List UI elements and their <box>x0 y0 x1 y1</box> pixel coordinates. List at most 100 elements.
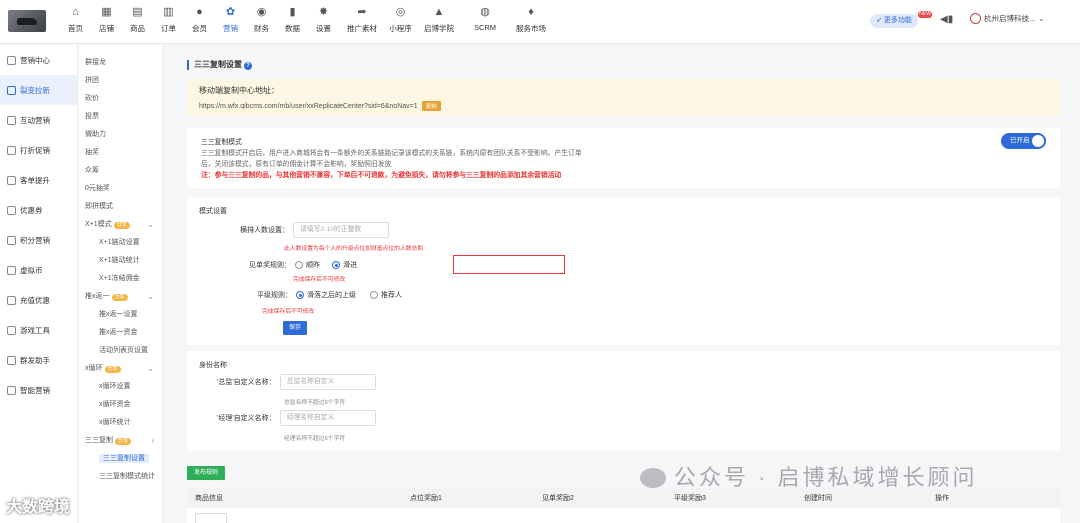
row-count-input[interactable]: 请填写2-10的正整数 <box>293 222 389 238</box>
wechat-icon <box>640 468 666 488</box>
nav-label: 店铺 <box>99 24 114 33</box>
bonus-option-1[interactable]: 顺昨 <box>295 260 320 270</box>
sidebar-item[interactable]: 营销中心 <box>0 45 77 75</box>
submenu-item[interactable]: x循环统计 <box>79 414 162 432</box>
sidebar-item-label: 积分营销 <box>20 235 50 245</box>
submenu-item[interactable]: 三三复制设置 <box>79 450 162 468</box>
save-button[interactable]: 保存 <box>283 321 308 335</box>
director-label: '总监'自定义名称： <box>217 379 276 386</box>
submenu-item-label: X+1链动设置 <box>99 239 140 246</box>
more-features-button[interactable]: ➶ 更多功能 <box>870 14 918 28</box>
nav-service-market[interactable]: ♦ 服务市场 <box>508 5 554 34</box>
submenu-item-label: 投票 <box>85 113 99 120</box>
nav-order[interactable]: ▥ 订单 <box>153 5 184 34</box>
nav-academy[interactable]: ▲ 启博学院 <box>416 5 462 34</box>
submenu-item[interactable]: 推x返一 分享 ⌄ <box>79 288 162 306</box>
level-rule-hint: 完成保存后不可修改 <box>262 309 315 315</box>
help-icon[interactable]: ? <box>244 62 252 70</box>
sidebar-item[interactable]: 充值优惠 <box>0 285 77 315</box>
shop-logo[interactable] <box>8 10 46 32</box>
submenu-item[interactable]: 砍价 <box>79 90 162 108</box>
radio-checked-icon <box>296 291 304 299</box>
nav-miniprogram[interactable]: ◎ 小程序 <box>385 5 416 34</box>
submenu-item[interactable]: x循环资金 <box>79 396 162 414</box>
submenu-item[interactable]: 活动列表页设置 <box>79 342 162 360</box>
nav-member[interactable]: ● 会员 <box>184 5 215 34</box>
mode-toggle[interactable]: 已开启 <box>1001 133 1046 149</box>
sidebar-item-label: 群发助手 <box>20 355 50 365</box>
nav-data[interactable]: ▮ 数据 <box>277 5 308 34</box>
bonus-option-2-label: 滑进 <box>343 262 357 269</box>
nav-label: 推广素材 <box>347 24 377 33</box>
submenu-item[interactable]: 三三复制模式统计 <box>79 468 162 486</box>
manager-name-input[interactable]: 经理名称自定义 <box>279 410 376 426</box>
secondary-sidebar: 群接龙拼团砍价投票微助力抽奖众筹 0元抽奖 即拼模式 X+1模式 分享 ⌄ X+1链动设置 X… <box>79 45 163 523</box>
sidebar-item[interactable]: 虚拟币 <box>0 255 77 285</box>
copy-button[interactable]: 复制 <box>421 101 441 111</box>
sidebar-item[interactable]: 游戏工具 <box>0 315 77 345</box>
level-option-1[interactable]: 滑落之后的上级 <box>296 290 356 300</box>
sidebar-item[interactable]: 优惠券 <box>0 195 77 225</box>
sidebar-item-label: 充值优惠 <box>20 295 50 305</box>
submenu-item-label: 三三复制设置 <box>99 454 149 463</box>
submenu-item[interactable]: 推x返一资金 <box>79 324 162 342</box>
sidebar-item[interactable]: 群发助手 <box>0 345 77 375</box>
radio-checked-icon <box>332 261 340 269</box>
submenu-item[interactable]: 即拼模式 <box>79 198 162 216</box>
sidebar-item[interactable]: 互动营销 <box>0 105 77 135</box>
publish-rules-button[interactable]: 发布规则 <box>187 466 226 480</box>
speaker-icon[interactable]: ◀▮ <box>940 14 953 25</box>
nav-store[interactable]: ▦ 店铺 <box>91 5 122 34</box>
submenu-item[interactable]: 三三复制 分享 › <box>79 432 162 450</box>
nav-goods[interactable]: ▤ 商品 <box>122 5 153 34</box>
submenu-item-label: 拼团 <box>85 77 99 84</box>
sidebar-item[interactable]: 裂变拉新 <box>0 75 77 105</box>
link-url: https://m.wfx.qibcms.com/mb/user/xxRepli… <box>199 102 418 110</box>
submenu-item-label: 砍价 <box>85 95 99 102</box>
nav-finance[interactable]: ◉ 财务 <box>246 5 277 34</box>
sidebar-item[interactable]: 积分营销 <box>0 225 77 255</box>
submenu-item-label: 抽奖 <box>85 149 99 156</box>
submenu-item-label: X+1冻结佣金 <box>99 275 140 282</box>
shop-switcher[interactable]: 杭州启博科技... ⌄ <box>970 13 1045 24</box>
col-goods-info: 商品信息 <box>195 495 223 502</box>
submenu-item[interactable]: X+1链动统计 <box>79 252 162 270</box>
miniprogram-icon: ◎ <box>395 6 406 18</box>
submenu-item[interactable]: X+1冻结佣金 <box>79 270 162 288</box>
menu-icon <box>7 265 16 275</box>
sidebar-item[interactable]: 智能营销 <box>0 375 77 405</box>
nav-marketing[interactable]: ✿ 营销 <box>215 5 246 34</box>
submenu-item[interactable]: x循环设置 <box>79 378 162 396</box>
submenu-item[interactable]: 群接龙 <box>79 54 162 72</box>
nav-home[interactable]: ⌂ 首页 <box>60 5 91 34</box>
nav-share[interactable]: ➦ 推广素材 <box>339 5 385 34</box>
share-icon: ➦ <box>357 6 367 18</box>
submenu-item[interactable]: 投票 <box>79 108 162 126</box>
submenu-item[interactable]: 拼团 <box>79 72 162 90</box>
submenu-item[interactable]: x循环 分享 ⌄ <box>79 360 162 378</box>
director-name-input[interactable]: 总监名称自定义 <box>279 374 376 390</box>
submenu-item[interactable]: 推x返一设置 <box>79 306 162 324</box>
sidebar-item[interactable]: 客单提升 <box>0 165 77 195</box>
menu-icon <box>7 205 16 215</box>
goods-thumbnail <box>195 513 227 523</box>
bonus-option-2[interactable]: 滑进 <box>332 260 357 270</box>
scrm-icon: ◍ <box>480 6 490 18</box>
submenu-item[interactable]: 众筹 <box>79 162 162 180</box>
level-option-2[interactable]: 推荐人 <box>370 290 402 300</box>
sidebar-item-label: 游戏工具 <box>20 325 50 335</box>
submenu-item[interactable]: 微助力 <box>79 126 162 144</box>
submenu-item[interactable]: 抽奖 <box>79 144 162 162</box>
menu-icon <box>7 85 16 95</box>
sidebar-item[interactable]: 打折促销 <box>0 135 77 165</box>
submenu-item[interactable]: X+1模式 分享 ⌄ <box>79 216 162 234</box>
menu-icon <box>7 295 16 305</box>
submenu-item[interactable]: 0元抽奖 <box>79 180 162 198</box>
nav-settings[interactable]: ✸ 设置 <box>308 5 339 34</box>
chevron-down-icon: ⌄ <box>1038 14 1045 23</box>
bonus-option-1-label: 顺昨 <box>306 262 320 269</box>
marketing-icon: ✿ <box>225 6 236 18</box>
nav-scrm[interactable]: ◍ SCRM <box>462 5 508 34</box>
level-option-2-label: 推荐人 <box>381 292 402 299</box>
submenu-item[interactable]: X+1链动设置 <box>79 234 162 252</box>
